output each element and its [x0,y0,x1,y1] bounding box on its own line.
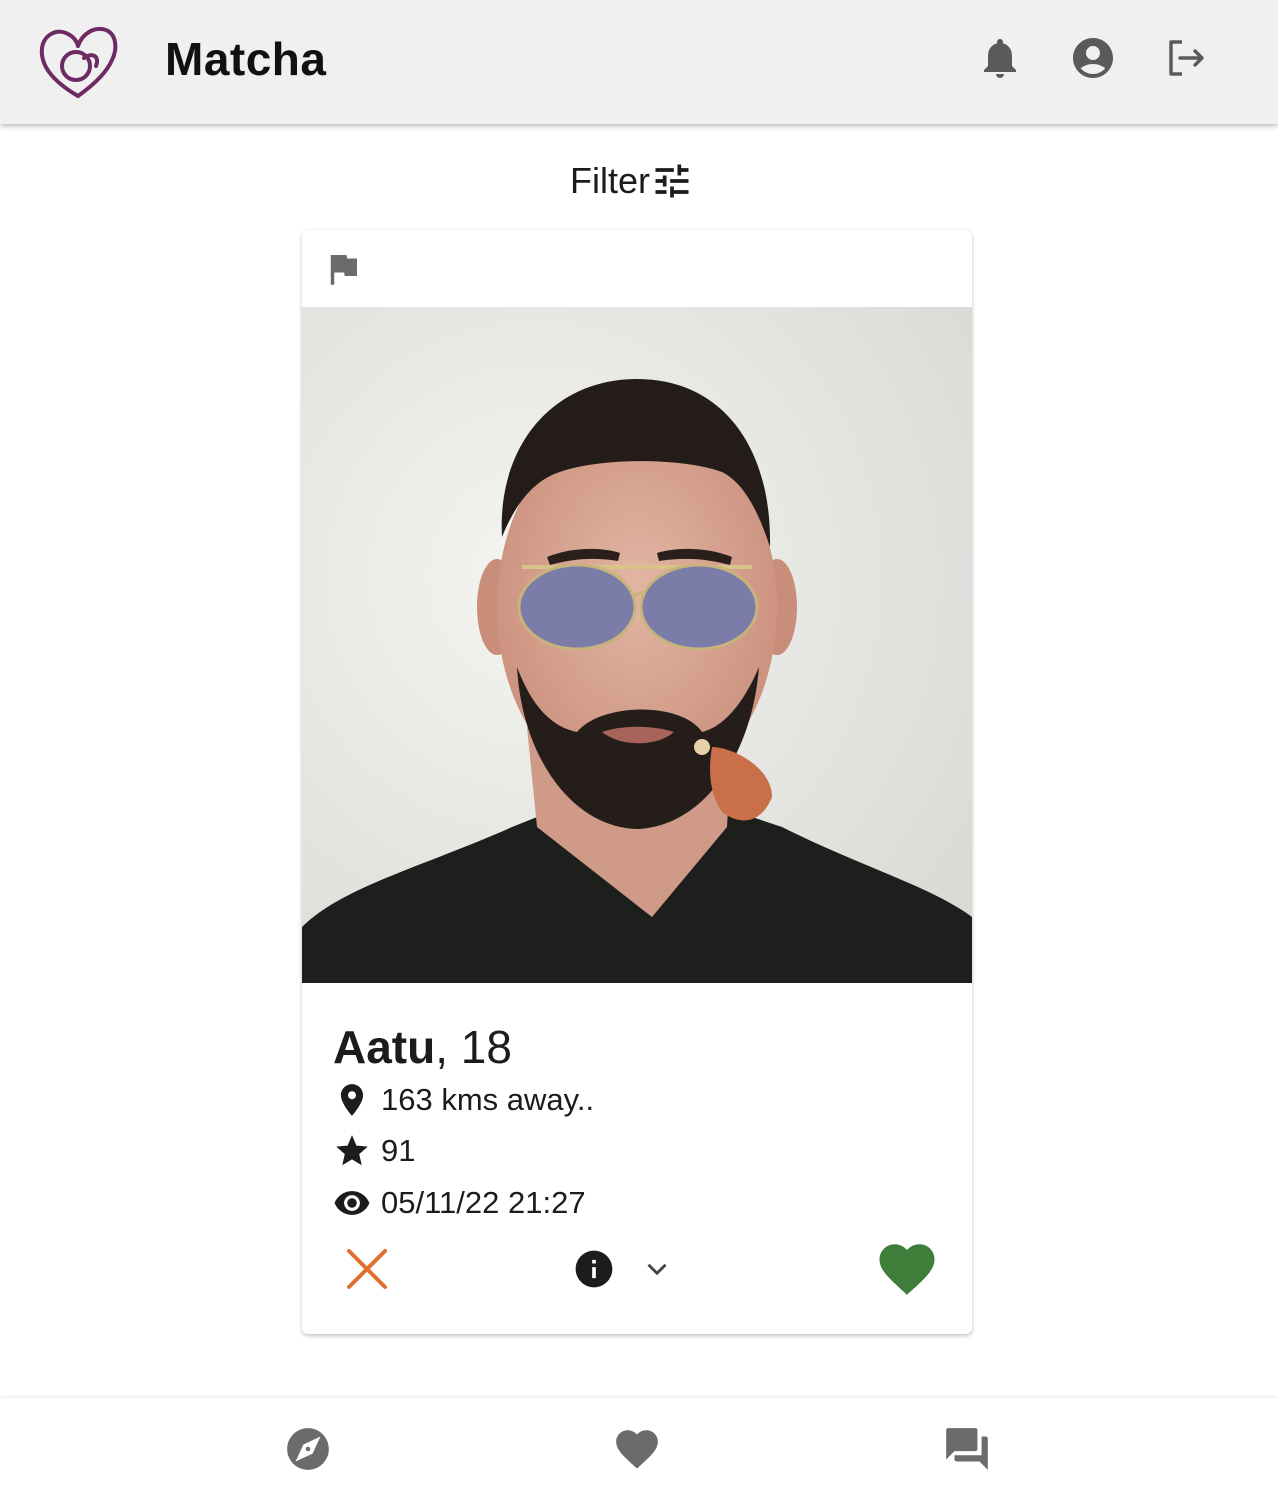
logout-button[interactable] [1162,34,1210,82]
info-icon [575,1250,613,1288]
rating-text: 91 [381,1133,416,1168]
distance-row: 163 kms away.. [333,1081,594,1119]
close-icon [347,1249,387,1289]
heart-icon [616,1430,658,1469]
forum-icon [946,1428,988,1470]
app-header: Matcha [0,0,1278,124]
star-icon [336,1135,368,1166]
heart-icon [879,1244,935,1295]
logout-icon [1169,40,1204,76]
nav-likes[interactable] [612,1424,662,1474]
compass-icon [287,1428,329,1470]
profile-photo [302,307,972,983]
nav-chat[interactable] [942,1424,992,1474]
expand-button[interactable] [640,1252,674,1286]
filter-label: Filter [570,160,650,201]
matcha-logo[interactable] [36,22,122,100]
profile-age: , 18 [435,1021,512,1073]
location-pin-icon [340,1084,364,1116]
profile-name-age: Aatu, 18 [333,1020,512,1074]
profile-card: Aatu, 18 163 kms away.. 91 05/11/22 21:2… [302,230,972,1334]
nav-explore[interactable] [283,1424,333,1474]
chevron-down-icon [647,1263,667,1276]
bottom-navigation [0,1398,1278,1510]
dislike-button[interactable] [342,1244,392,1294]
profile-button[interactable] [1069,34,1117,82]
report-button[interactable] [322,248,364,290]
info-button[interactable] [572,1247,616,1291]
last-seen-text: 05/11/22 21:27 [381,1185,586,1220]
eye-icon [334,1191,370,1215]
notifications-button[interactable] [976,34,1024,82]
account-circle-icon [1073,38,1113,78]
profile-photo-image [302,307,972,983]
tune-icon [655,164,689,198]
app-title: Matcha [165,33,327,85]
distance-text: 163 kms away.. [381,1082,595,1117]
rating-row: 91 [333,1132,415,1170]
last-seen-row: 05/11/22 21:27 [333,1184,586,1222]
filter-button[interactable]: Filter [570,158,694,204]
bell-icon [984,39,1016,78]
profile-name: Aatu [333,1021,436,1073]
like-button[interactable] [874,1236,940,1302]
flag-icon [330,255,357,285]
